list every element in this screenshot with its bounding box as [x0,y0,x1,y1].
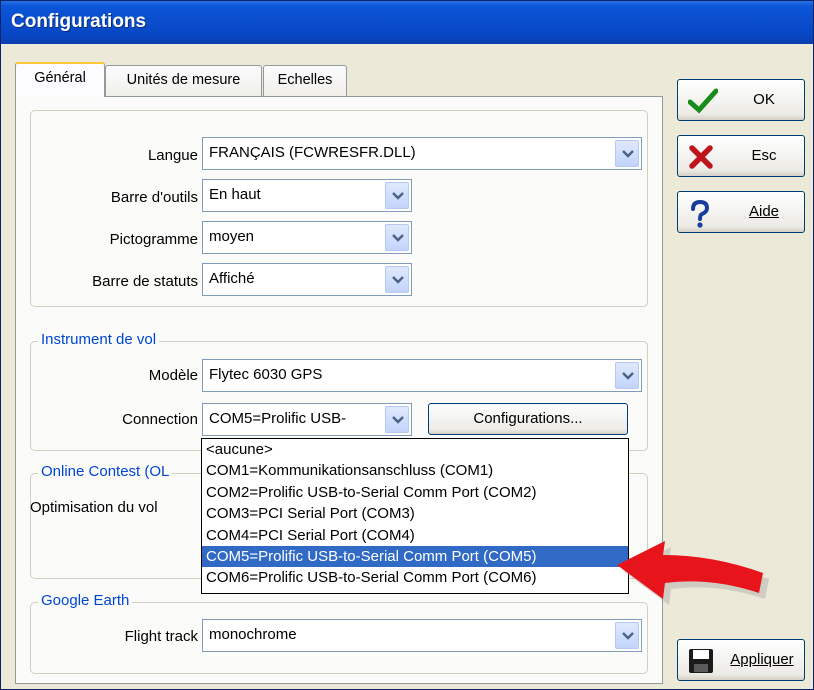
configurations-button-label: Configurations... [473,410,583,427]
barre-statuts-combo[interactable]: Affiché [202,263,412,296]
dropdown-option[interactable]: <aucune> [202,439,628,460]
dropdown-option-selected[interactable]: COM5=Prolific USB-to-Serial Comm Port (C… [202,545,628,568]
close-icon [689,145,713,169]
connection-combo[interactable]: COM5=Prolific USB- [202,403,412,436]
modele-value: Flytec 6030 GPS [209,366,323,383]
flight-track-value: monochrome [209,626,297,643]
save-disk-icon [689,649,713,673]
window-title: Configurations [11,11,147,32]
barre-outils-combo[interactable]: En haut [202,179,412,212]
aide-button[interactable]: Aide [677,191,805,233]
tab-unites-de-mesure[interactable]: Unités de mesure [105,65,262,96]
tab-echelles[interactable]: Echelles [263,65,347,96]
chevron-down-icon[interactable] [615,362,639,389]
tab-general-label: Général [34,70,86,86]
langue-value: FRANÇAIS (FCWRESFR.DLL) [209,144,416,161]
chevron-down-icon[interactable] [615,140,639,167]
modele-combo[interactable]: Flytec 6030 GPS [202,359,642,392]
langue-combo[interactable]: FRANÇAIS (FCWRESFR.DLL) [202,137,642,170]
chevron-down-icon[interactable] [385,224,409,251]
appliquer-button[interactable]: Appliquer [677,639,805,681]
connection-dropdown-list[interactable]: <aucune> COM1=Kommunikationsanschluss (C… [201,438,629,594]
title-bar[interactable]: Configurations [1,1,813,44]
flight-track-combo[interactable]: monochrome [202,619,642,652]
chevron-down-icon[interactable] [385,406,409,433]
checkmark-icon [688,88,718,114]
dropdown-option[interactable]: COM3=PCI Serial Port (COM3) [202,503,628,524]
esc-button-label: Esc [751,147,777,164]
pictogramme-value: moyen [209,228,255,245]
help-question-icon [691,200,710,228]
barre-outils-label: Barre d'outils [110,189,198,206]
dropdown-option[interactable]: COM2=Prolific USB-to-Serial Comm Port (C… [202,482,628,503]
aide-button-label: Aide [748,203,780,220]
connection-label: Connection [122,411,198,428]
configurations-window: Configurations Général Unités de mesure … [0,0,814,690]
tab-panel-general: Langue FRANÇAIS (FCWRESFR.DLL) Barre d'o… [15,96,663,684]
online-contest-group-title: Online Contest (OL [38,463,173,480]
instrument-group-title: Instrument de vol [38,331,160,348]
flight-track-label: Flight track [124,628,198,645]
tab-echelles-label: Echelles [277,72,333,88]
dropdown-option[interactable]: COM4=PCI Serial Port (COM4) [202,525,628,546]
barre-statuts-label: Barre de statuts [92,273,198,290]
modele-label: Modèle [148,367,198,384]
appliquer-button-label: Appliquer [730,651,794,668]
langue-label: Langue [147,147,198,164]
chevron-down-icon[interactable] [385,182,409,209]
chevron-down-icon[interactable] [385,266,409,293]
dropdown-option[interactable]: COM1=Kommunikationsanschluss (COM1) [202,460,628,481]
pictogramme-combo[interactable]: moyen [202,221,412,254]
pictogramme-label: Pictogramme [109,231,198,248]
google-earth-group-title: Google Earth [38,592,133,609]
tab-unites-label: Unités de mesure [126,72,241,88]
esc-button[interactable]: Esc [677,135,805,177]
ok-button[interactable]: OK [677,79,805,121]
ok-button-label: OK [753,91,775,108]
barre-statuts-value: Affiché [209,270,255,287]
chevron-down-icon[interactable] [615,622,639,649]
optimisation-label: Optimisation du vol [30,499,158,516]
red-arrow-annotation-icon [617,541,769,605]
dropdown-option[interactable]: COM6=Prolific USB-to-Serial Comm Port (C… [202,567,628,588]
instrument-configurations-button[interactable]: Configurations... [428,403,628,435]
tab-general[interactable]: Général [15,62,105,97]
connection-value: COM5=Prolific USB- [209,410,347,427]
barre-outils-value: En haut [209,186,261,203]
